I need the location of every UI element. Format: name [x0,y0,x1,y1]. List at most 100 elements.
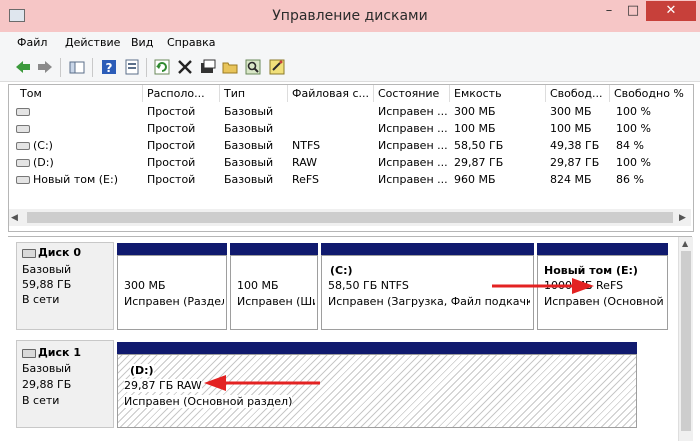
cell-capacity: 58,50 ГБ [454,139,504,152]
table-row[interactable]: Новый том (E:) Простой Базовый ReFS Испр… [15,172,691,188]
svg-text:?: ? [106,61,113,75]
toolbar-separator [146,58,147,77]
annotation-arrow-icon [204,375,320,391]
partition-header-bar [230,243,318,255]
column-header-type[interactable]: Тип [220,85,288,102]
cell-volume: (C:) [33,139,53,152]
column-header-layout[interactable]: Располо... [143,85,220,102]
cell-status: Исправен ... [378,139,448,152]
cell-free: 300 МБ [550,105,592,118]
cell-status: Исправен ... [378,173,448,186]
wizard-icon[interactable] [268,58,286,76]
partition-size: 29,87 ГБ RAW [124,379,202,392]
scroll-thumb[interactable] [27,212,673,223]
cell-capacity: 960 МБ [454,173,496,186]
delete-icon[interactable] [176,58,194,76]
forward-arrow-icon[interactable] [36,58,54,76]
partition-status: Исправен (Основной р [544,295,666,308]
disk-1-type: Базовый [22,362,72,375]
scroll-thumb[interactable] [681,251,691,431]
cell-capacity: 300 МБ [454,105,496,118]
cell-free: 29,87 ГБ [550,156,600,169]
cell-type: Базовый [224,139,274,152]
open-icon[interactable] [199,58,217,76]
cell-status: Исправен ... [378,156,448,169]
cell-free: 100 МБ [550,122,592,135]
partition-header-bar [321,243,534,255]
drive-icon [16,176,30,184]
partition-header-bar [537,243,668,255]
partition-system-reserved[interactable] [117,255,227,330]
scroll-left-icon[interactable]: ◀ [11,213,18,223]
disk-0-type: Базовый [22,263,72,276]
column-header-volume[interactable]: Том [16,85,143,102]
cell-free-percent: 84 % [616,139,644,152]
menu-action[interactable]: Действие [65,36,120,49]
vertical-scrollbar[interactable]: ▲ [678,237,693,441]
partition-status: Исправен (Ши [237,295,315,308]
back-arrow-icon[interactable] [14,58,32,76]
column-header-free[interactable]: Свобод... [546,85,610,102]
explore-icon[interactable] [221,58,239,76]
table-row[interactable]: Простой Базовый Исправен ... 300 МБ 300 … [15,104,691,120]
table-row[interactable]: Простой Базовый Исправен ... 100 МБ 100 … [15,121,691,137]
partition-status: Исправен (Основной раздел) [124,395,293,408]
disk-1-state: В сети [22,394,60,407]
cell-free-percent: 100 % [616,156,651,169]
cell-status: Исправен ... [378,122,448,135]
menu-help[interactable]: Справка [167,36,215,49]
menu-view[interactable]: Вид [131,36,153,49]
horizontal-scrollbar[interactable]: ◀ ▶ [9,209,691,226]
cell-layout: Простой [147,122,196,135]
cell-capacity: 29,87 ГБ [454,156,504,169]
partition-size: 100 МБ [237,279,279,292]
column-header-free-percent[interactable]: Свободно % [610,85,690,102]
cell-capacity: 100 МБ [454,122,496,135]
column-header-status[interactable]: Состояние [374,85,450,102]
cell-volume [33,121,143,137]
close-button[interactable]: ✕ [646,1,696,21]
disk-1-name: Диск 1 [38,346,81,359]
console-tree-icon[interactable] [68,58,86,76]
menu-file[interactable]: Файл [17,36,47,49]
cell-layout: Простой [147,156,196,169]
cell-free-percent: 100 % [616,122,651,135]
minimize-button[interactable]: – [598,1,620,21]
partition-status: Исправен (Раздел [124,295,224,308]
cell-type: Базовый [224,156,274,169]
cell-free-percent: 86 % [616,173,644,186]
table-row[interactable]: (C:) Простой Базовый NTFS Исправен ... 5… [15,138,691,154]
disk-icon [22,349,36,358]
column-header-filesystem[interactable]: Файловая с... [288,85,374,102]
scroll-up-icon[interactable]: ▲ [682,239,688,248]
drive-icon [16,108,30,116]
window-title: Управление дисками [272,8,428,24]
partition-status: Исправен (Загрузка, Файл подкачки, [328,295,530,308]
cell-volume: Новый том (E:) [33,173,118,186]
disk-0-state: В сети [22,293,60,306]
refresh-icon[interactable] [153,58,171,76]
cell-status: Исправен ... [378,105,448,118]
cell-type: Базовый [224,122,274,135]
cell-layout: Простой [147,173,196,186]
maximize-button[interactable]: □ [622,1,644,21]
disk-0-name: Диск 0 [38,246,81,259]
help-icon[interactable]: ? [100,58,118,76]
partition-efi[interactable] [230,255,318,330]
search-icon[interactable] [244,58,262,76]
drive-icon [16,142,30,150]
cell-volume [33,104,143,120]
toolbar-separator [60,58,61,77]
column-header-capacity[interactable]: Емкость [450,85,546,102]
partition-size: 300 МБ [124,279,166,292]
cell-layout: Простой [147,139,196,152]
cell-volume: (D:) [33,156,54,169]
table-row[interactable]: (D:) Простой Базовый RAW Исправен ... 29… [15,155,691,171]
partition-label: (C:) [330,264,353,277]
annotation-arrow-icon [492,278,594,294]
drive-icon [16,159,30,167]
properties-icon[interactable] [123,58,141,76]
cell-type: Базовый [224,105,274,118]
scroll-right-icon[interactable]: ▶ [679,213,686,223]
disk-icon [22,249,36,258]
